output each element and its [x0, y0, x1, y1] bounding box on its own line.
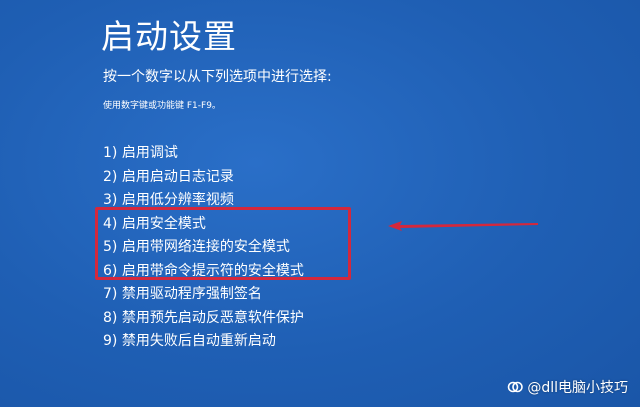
hint-text: 使用数字键或功能键 F1-F9。	[103, 101, 221, 111]
option-disable-driver-signature-enforcement[interactable]: 7) 禁用驱动程序强制签名	[103, 283, 304, 307]
instruction-text: 按一个数字以从下列选项中进行选择:	[103, 69, 332, 85]
option-disable-auto-restart[interactable]: 9) 禁用失败后自动重新启动	[103, 330, 304, 354]
option-enable-debugging[interactable]: 1) 启用调试	[103, 142, 304, 166]
option-enable-boot-logging[interactable]: 2) 启用启动日志记录	[103, 166, 304, 190]
startup-settings-screen: 启动设置 按一个数字以从下列选项中进行选择: 使用数字键或功能键 F1-F9。 …	[0, 0, 640, 407]
red-arrow-icon	[388, 221, 538, 231]
watermark-logo-icon	[508, 381, 524, 393]
watermark-text: @dll电脑小技巧	[527, 380, 628, 396]
option-disable-early-launch-antimalware[interactable]: 8) 禁用预先启动反恶意软件保护	[103, 307, 304, 331]
page-title: 启动设置	[101, 17, 237, 56]
safe-mode-highlight-box	[95, 207, 351, 280]
watermark: @dll电脑小技巧	[507, 377, 628, 397]
